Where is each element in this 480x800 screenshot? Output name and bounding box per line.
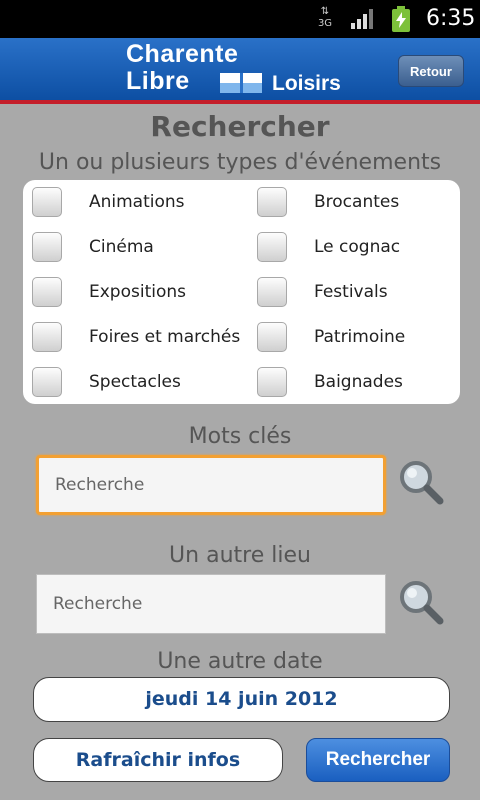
- checkbox[interactable]: [257, 322, 287, 352]
- page-title: Rechercher: [150, 110, 330, 143]
- logo-line-loisirs: Loisirs: [272, 72, 341, 95]
- location-label: Un autre lieu: [169, 543, 311, 568]
- checkbox[interactable]: [32, 187, 62, 217]
- category-label: Animations: [89, 192, 185, 212]
- data-arrows-icon: ⇅: [320, 6, 330, 17]
- category-label: Patrimoine: [314, 327, 406, 347]
- category-label: Cinéma: [89, 237, 154, 257]
- network-type: 3G: [317, 18, 333, 29]
- date-label: Une autre date: [157, 649, 323, 674]
- location-input[interactable]: [37, 575, 385, 633]
- header-accent-strip: [0, 100, 480, 104]
- checkbox[interactable]: [257, 187, 287, 217]
- signal-icon: [351, 9, 373, 29]
- event-types-panel: Animations Brocantes Cinéma Le cognac Ex…: [23, 180, 460, 404]
- category-label: Brocantes: [314, 192, 400, 212]
- refresh-button[interactable]: Rafraîchir infos: [33, 738, 283, 782]
- checkbox[interactable]: [32, 367, 62, 397]
- checkbox[interactable]: [257, 232, 287, 262]
- keywords-field[interactable]: [36, 455, 386, 515]
- clock: 6:35: [426, 6, 476, 31]
- back-button[interactable]: Retour: [398, 55, 464, 87]
- location-field[interactable]: [36, 574, 386, 634]
- keywords-label: Mots clés: [188, 424, 292, 449]
- status-bar: ⇅ 3G 6:35: [0, 0, 480, 38]
- category-label: Expositions: [89, 282, 186, 302]
- category-label: Spectacles: [89, 372, 181, 392]
- logo-line-libre: Libre: [126, 67, 190, 95]
- category-label: Festivals: [314, 282, 388, 302]
- checkbox[interactable]: [32, 322, 62, 352]
- event-types-heading: Un ou plusieurs types d'événements: [38, 150, 442, 175]
- keywords-input[interactable]: [39, 458, 383, 512]
- checkbox[interactable]: [257, 367, 287, 397]
- checkbox[interactable]: [257, 277, 287, 307]
- checkbox[interactable]: [32, 232, 62, 262]
- date-picker-button[interactable]: jeudi 14 juin 2012: [33, 677, 450, 722]
- network-indicator: ⇅ 3G: [314, 6, 336, 32]
- keywords-search-icon[interactable]: [396, 457, 446, 507]
- category-label: Foires et marchés: [89, 327, 241, 347]
- app-logo: Charente Libre Loisirs: [124, 40, 364, 98]
- logo-flag-icon: [220, 73, 262, 93]
- checkbox[interactable]: [32, 277, 62, 307]
- search-button[interactable]: Rechercher: [306, 738, 450, 782]
- category-label: Le cognac: [314, 237, 401, 257]
- location-search-icon[interactable]: [396, 577, 446, 627]
- logo-line-charente: Charente: [126, 40, 239, 68]
- category-label: Baignades: [314, 372, 403, 392]
- battery-icon: [392, 6, 410, 32]
